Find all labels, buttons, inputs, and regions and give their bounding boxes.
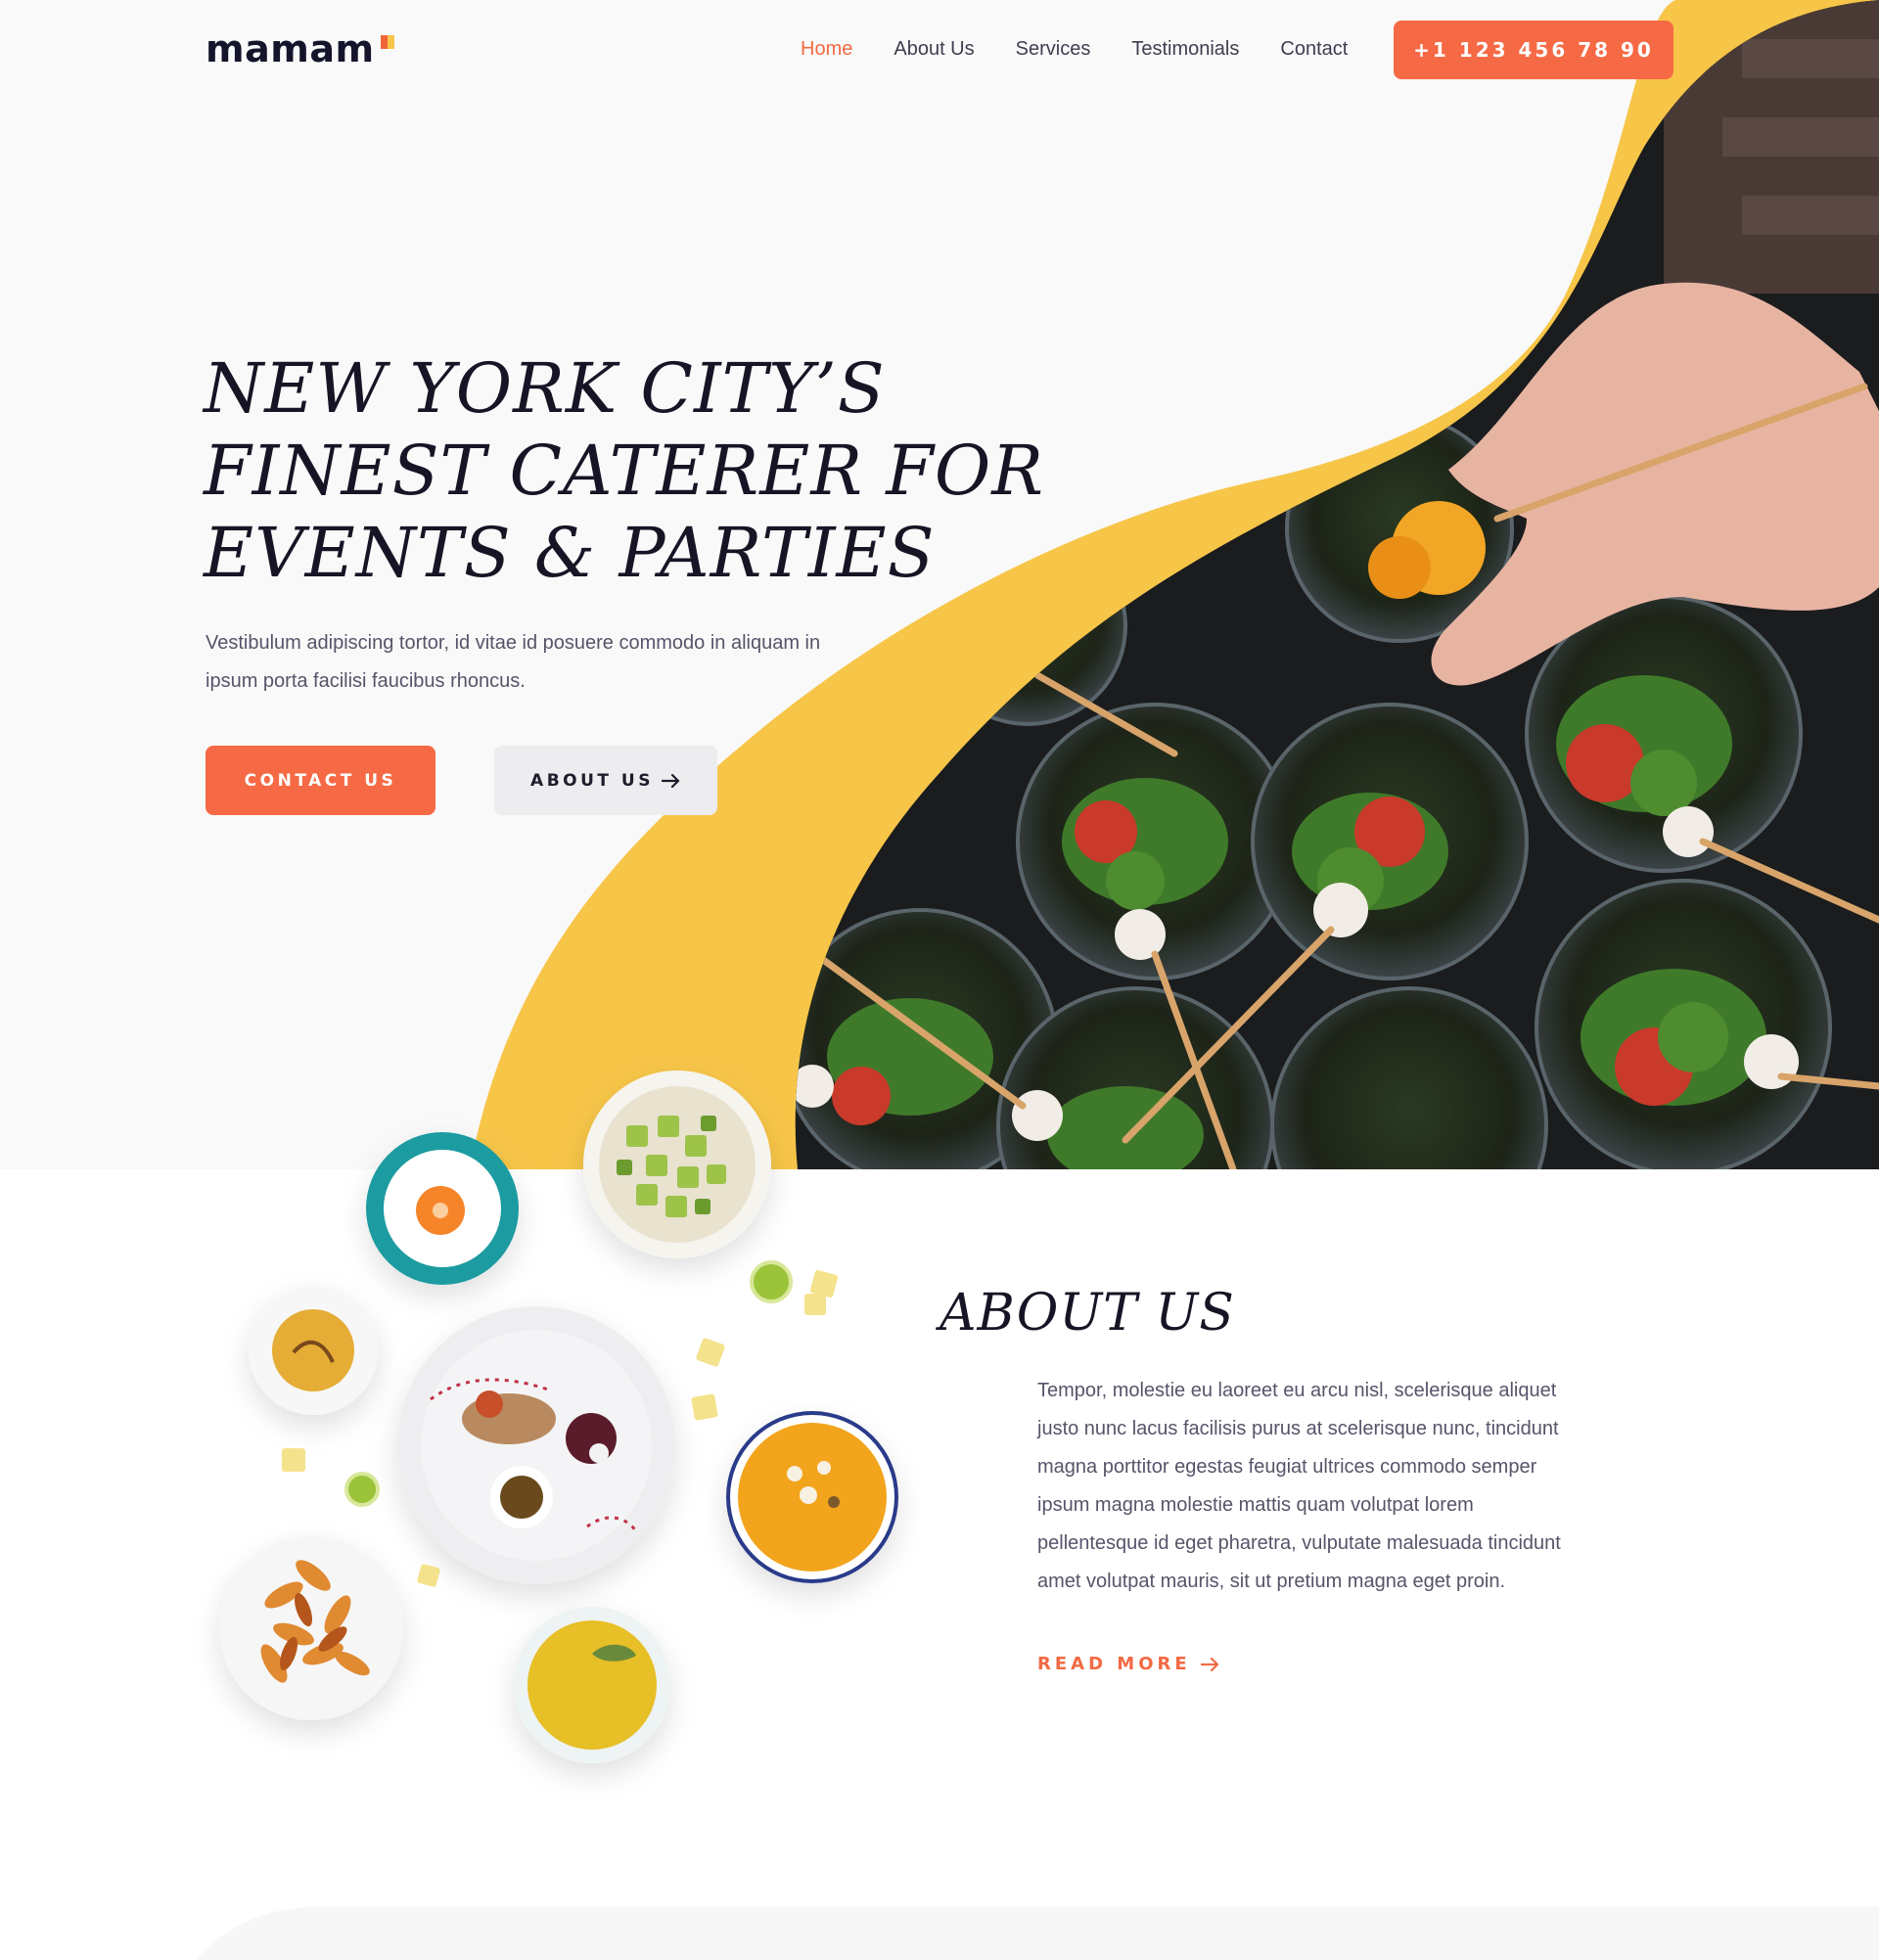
soup-cup-image [249,1286,378,1415]
main-nav: Home About Us Services Testimonials Cont… [801,35,1389,63]
teal-bowl-image [366,1132,519,1285]
contact-us-button[interactable]: CONTACT US [206,746,435,815]
hero-description: Vestibulum adipiscing tortor, id vitae i… [206,632,821,692]
hero-title: NEW YORK CITY’S FINEST CATERER FOR EVENT… [204,347,1084,594]
read-more-link[interactable]: READ MORE [1037,1652,1220,1677]
logo-mark-icon [380,35,394,49]
brand-logo[interactable]: mamam [206,27,394,70]
arrow-right-icon [661,773,680,788]
hero-title-line: EVENTS & PARTIES [204,513,936,593]
about-us-button-label: ABOUT US [530,770,654,791]
nav-item-home[interactable]: Home [801,35,852,63]
avocado-bowl-image [583,1071,771,1258]
main-plate-image [397,1306,675,1584]
pasta-bowl-image [219,1536,403,1720]
about-title: ABOUT US [940,1284,1235,1343]
hero-section: mamam Home About Us Services Testimonial… [0,0,1879,1169]
nav-item-services[interactable]: Services [1016,35,1091,63]
nav-item-testimonials[interactable]: Testimonials [1131,35,1239,63]
yellow-dish-image [514,1607,670,1763]
brand-name: mamam [206,27,375,70]
about-description: Tempor, molestie eu laoreet eu arcu nisl… [1037,1380,1561,1592]
pumpkin-soup-image [726,1411,898,1583]
arrow-right-icon [1200,1658,1218,1671]
hero-title-line: FINEST CATERER FOR [204,431,1044,511]
nav-item-contact[interactable]: Contact [1280,35,1348,63]
next-section-edge [196,1906,1879,1960]
about-us-button[interactable]: ABOUT US [494,746,717,815]
phone-button[interactable]: +1 123 456 78 90 [1394,21,1673,79]
food-collage [219,1071,898,1763]
nav-item-about-us[interactable]: About Us [894,35,974,63]
hero-title-line: NEW YORK CITY’S [204,348,886,429]
read-more-label: READ MORE [1037,1654,1191,1674]
